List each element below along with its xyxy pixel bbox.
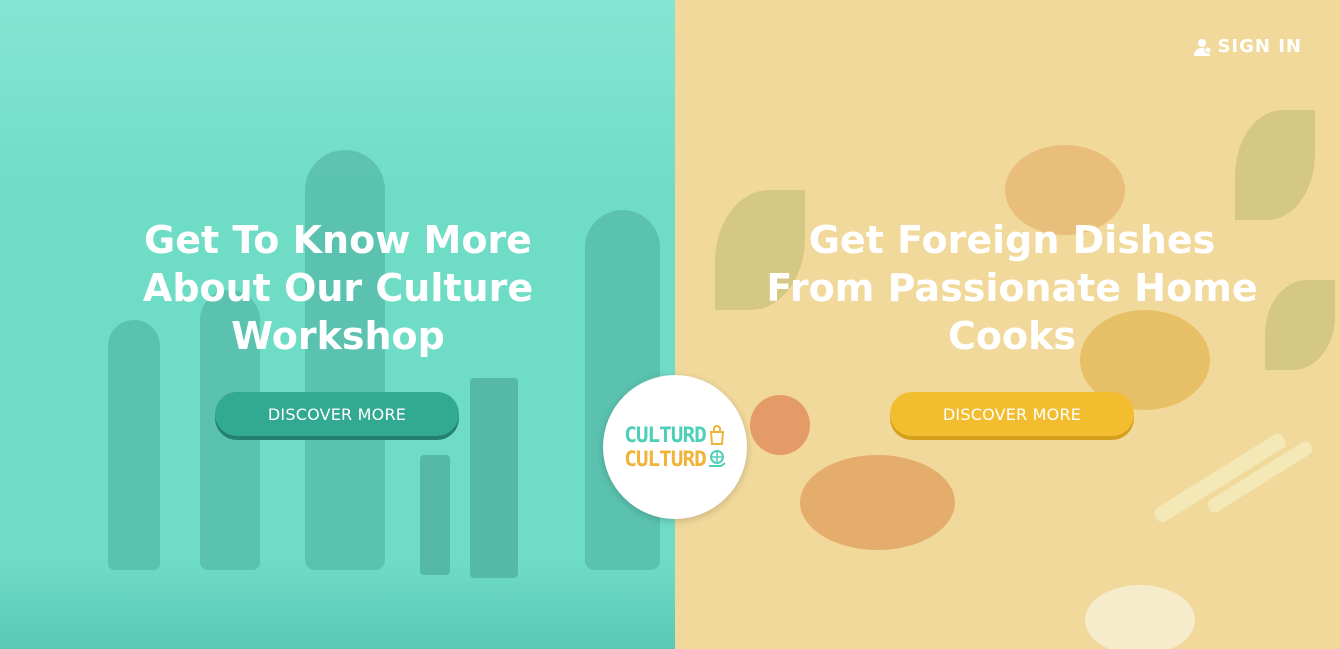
headline-line: Get Foreign Dishes bbox=[808, 218, 1216, 262]
chili-pepper bbox=[750, 395, 810, 455]
headline-line: From Passionate Home bbox=[766, 266, 1258, 310]
leaf bbox=[1265, 280, 1335, 370]
logo-line-bottom: CULTURD bbox=[624, 447, 726, 471]
globe-hand-icon bbox=[708, 450, 726, 467]
bag-icon bbox=[709, 425, 724, 445]
culture-workshop-panel: Get To Know More About Our Culture Works… bbox=[0, 0, 675, 649]
water-reflection bbox=[0, 560, 675, 649]
foreign-dishes-panel: Get Foreign Dishes From Passionate Home … bbox=[675, 0, 1340, 649]
user-icon bbox=[1194, 38, 1212, 56]
logo-line-top: CULTURD bbox=[624, 423, 726, 447]
discover-dishes-button[interactable]: DISCOVER MORE bbox=[890, 392, 1134, 436]
logo-text: CULTURD bbox=[624, 447, 707, 471]
headline-line: Get To Know More bbox=[144, 218, 532, 262]
headline-line: About Our Culture bbox=[142, 266, 534, 310]
salt-pile bbox=[1085, 585, 1195, 649]
dishes-headline: Get Foreign Dishes From Passionate Home … bbox=[752, 216, 1272, 360]
leaf bbox=[1235, 110, 1315, 220]
wooden-post bbox=[470, 378, 518, 578]
logo-text: CULTURD bbox=[624, 423, 707, 447]
wooden-post bbox=[420, 455, 450, 575]
culture-headline: Get To Know More About Our Culture Works… bbox=[98, 216, 578, 360]
culturd-logo[interactable]: CULTURD CULTURD bbox=[603, 375, 747, 519]
woman-figure bbox=[305, 150, 385, 570]
sign-in-label: SIGN IN bbox=[1217, 36, 1302, 57]
spice-pile bbox=[800, 455, 955, 550]
sign-in-link[interactable]: SIGN IN bbox=[1193, 36, 1302, 57]
headline-line: Workshop bbox=[231, 314, 445, 358]
headline-line: Cooks bbox=[948, 314, 1076, 358]
discover-culture-button[interactable]: DISCOVER MORE bbox=[215, 392, 459, 436]
